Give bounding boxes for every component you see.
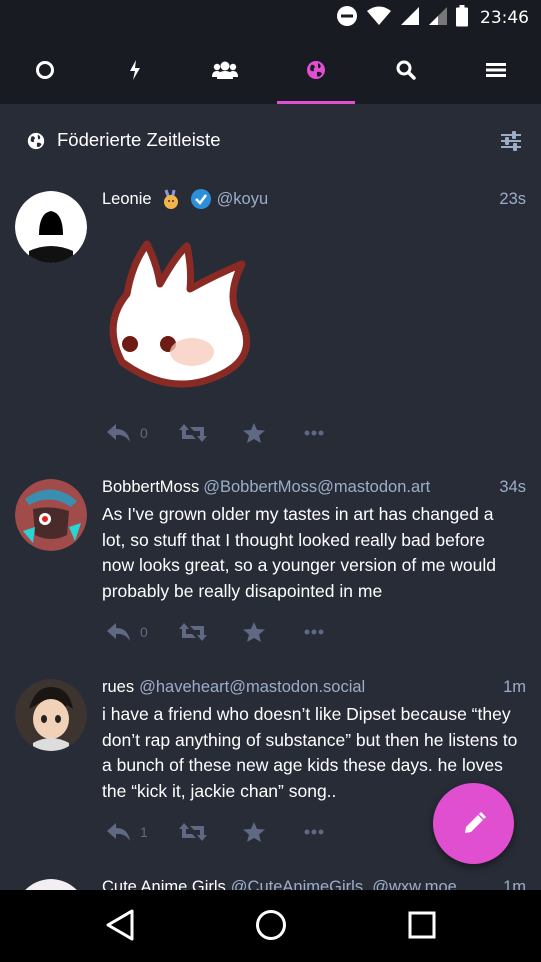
boost-icon — [178, 424, 207, 442]
system-navigation-bar — [0, 890, 541, 962]
wifi-icon — [366, 6, 392, 30]
column-header: Föderierte Zeitleiste — [0, 104, 541, 176]
users-icon — [212, 61, 239, 79]
globe-icon — [306, 61, 325, 79]
recents-button[interactable] — [405, 908, 439, 946]
status-author[interactable]: rues @haveheart@mastodon.social — [102, 675, 481, 699]
star-icon — [242, 822, 265, 842]
bunny-emoji-image — [102, 234, 262, 398]
display-name: BobbertMoss — [102, 477, 200, 496]
display-name: Leonie — [102, 189, 152, 208]
status-time[interactable]: 1m — [503, 678, 526, 697]
account-handle: @haveheart@mastodon.social — [139, 677, 366, 696]
timeline: Leonie @koyu 23s 0 BobbertMoss @BobbertM… — [0, 176, 541, 890]
lightning-icon — [130, 60, 141, 80]
reply-count: 1 — [140, 824, 148, 840]
back-button[interactable] — [104, 908, 138, 946]
status-time[interactable]: 1m — [503, 878, 526, 890]
avatar[interactable] — [15, 879, 87, 890]
reply-count: 0 — [140, 624, 148, 640]
tab-local[interactable] — [180, 36, 270, 104]
search-icon — [396, 60, 416, 80]
avatar[interactable] — [15, 191, 87, 263]
status-item[interactable]: Cute Anime Girls @CuteAnimeGirls_@wxw.mo… — [0, 864, 541, 890]
more-button[interactable] — [304, 628, 324, 636]
reply-button[interactable]: 0 — [106, 422, 148, 444]
column-settings-button[interactable] — [501, 131, 521, 155]
favourite-button[interactable] — [242, 621, 266, 643]
status-item[interactable]: Leonie @koyu 23s 0 — [0, 176, 541, 464]
reply-count: 0 — [140, 425, 148, 441]
status-author[interactable]: BobbertMoss @BobbertMoss@mastodon.art — [102, 475, 451, 499]
emoji-icon — [160, 188, 182, 210]
account-handle: @BobbertMoss@mastodon.art — [203, 477, 431, 496]
clock: 23:46 — [480, 8, 529, 28]
ellipsis-icon — [304, 430, 324, 436]
signal-icon — [400, 6, 420, 30]
status-item[interactable]: BobbertMoss @BobbertMoss@mastodon.art 34… — [0, 464, 541, 664]
tab-home[interactable] — [0, 36, 90, 104]
account-handle: @CuteAnimeGirls_@wxw.moe — [230, 877, 457, 891]
system-status-bar: 23:46 — [0, 0, 541, 36]
tab-notifications[interactable] — [90, 36, 180, 104]
reply-icon — [107, 424, 130, 442]
avatar[interactable] — [15, 479, 87, 551]
tab-search[interactable] — [361, 36, 451, 104]
tab-federated[interactable] — [271, 36, 361, 104]
boost-icon — [178, 623, 207, 641]
globe-icon — [26, 131, 46, 155]
pencil-icon — [464, 811, 486, 833]
menu-icon — [485, 63, 506, 77]
status-time[interactable]: 23s — [499, 190, 526, 209]
compose-button[interactable] — [433, 783, 514, 864]
reply-icon — [107, 823, 130, 841]
favourite-button[interactable] — [242, 821, 266, 843]
signal-2-icon — [428, 6, 448, 30]
status-actions: 1 — [106, 817, 324, 847]
home-icon — [36, 61, 55, 79]
ellipsis-icon — [304, 829, 324, 835]
star-icon — [242, 423, 265, 443]
more-button[interactable] — [304, 429, 324, 437]
favourite-button[interactable] — [242, 422, 266, 444]
sliders-icon — [501, 131, 521, 151]
reply-button[interactable]: 0 — [106, 621, 148, 643]
ellipsis-icon — [304, 629, 324, 635]
status-time[interactable]: 34s — [499, 478, 526, 497]
boost-button[interactable] — [178, 621, 208, 643]
column-title: Föderierte Zeitleiste — [57, 129, 221, 150]
more-button[interactable] — [304, 828, 324, 836]
avatar[interactable] — [15, 679, 87, 751]
verified-badge-icon — [190, 188, 212, 210]
tab-menu[interactable] — [451, 36, 541, 104]
boost-icon — [178, 823, 207, 841]
status-content: As I've grown older my tastes in art has… — [102, 504, 496, 601]
status-author[interactable]: Cute Anime Girls @CuteAnimeGirls_@wxw.mo… — [102, 875, 481, 891]
boost-button[interactable] — [178, 422, 208, 444]
home-circle-icon — [256, 910, 286, 940]
recents-square-icon — [408, 911, 436, 939]
reply-button[interactable]: 1 — [106, 821, 148, 843]
account-handle: @koyu — [216, 189, 269, 208]
back-triangle-icon — [106, 909, 134, 941]
do-not-disturb-icon — [336, 5, 358, 31]
display-name: Cute Anime Girls — [102, 877, 226, 891]
status-icons: 23:46 — [336, 0, 529, 36]
battery-icon — [456, 5, 468, 31]
status-actions: 0 — [106, 617, 324, 647]
display-name: rues — [102, 677, 135, 696]
home-button[interactable] — [254, 908, 288, 946]
status-actions: 0 — [106, 418, 324, 448]
top-navigation — [0, 36, 541, 104]
boost-button[interactable] — [178, 821, 208, 843]
reply-icon — [107, 623, 130, 641]
star-icon — [242, 622, 265, 642]
status-author[interactable]: Leonie @koyu — [102, 187, 481, 211]
